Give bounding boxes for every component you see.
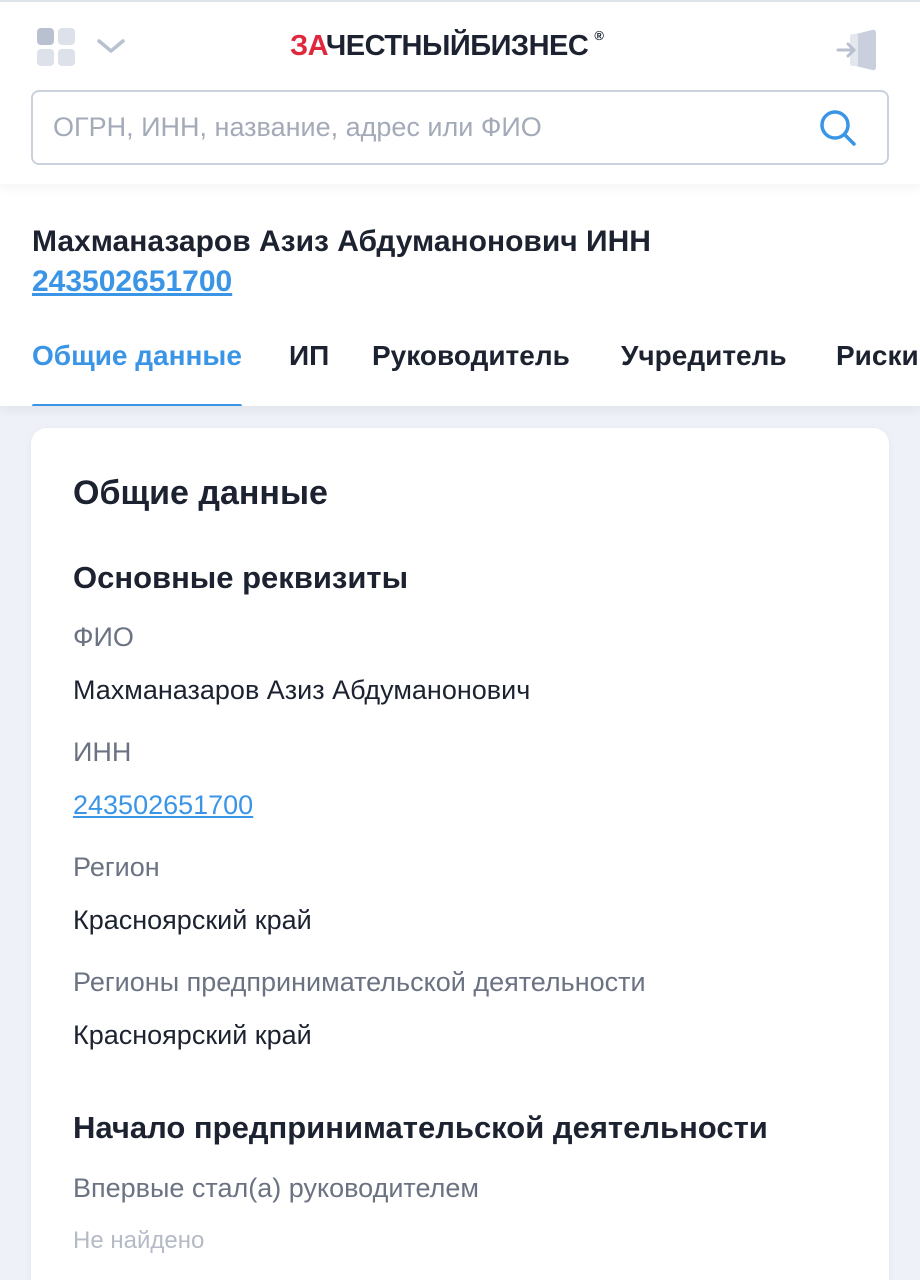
app-header: ЗАЧЕСТНЫЙБИЗНЕС ® [0, 0, 920, 184]
subject-name: Махманазаров Азиз Абдуманонович ИНН [32, 225, 651, 258]
card-title: Общие данные [73, 474, 328, 512]
logo-main-text: ЧЕСТНЫЙБИЗНЕС [325, 30, 589, 62]
apps-grid-icon[interactable] [37, 28, 77, 68]
tab-general-data[interactable]: Общие данные [32, 334, 242, 406]
search-box [31, 90, 889, 165]
section-main-requisites: Основные реквизиты [73, 560, 409, 595]
field-label-fio: ФИО [73, 622, 134, 652]
tab-risks[interactable]: Риски [836, 334, 919, 406]
field-label-business-regions: Регионы предпринимательской деятельности [73, 967, 646, 997]
brand-logo[interactable]: ЗАЧЕСТНЫЙБИЗНЕС ® [290, 28, 604, 70]
field-value-fio: Махманазаров Азиз Абдуманонович [73, 675, 531, 705]
tab-bar: Общие данные ИП Руководитель Учредитель … [0, 334, 920, 406]
field-value-business-regions: Красноярский край [73, 1020, 312, 1050]
field-value-inn-link[interactable]: 243502651700 [73, 790, 253, 821]
logo-registered-mark: ® [594, 28, 604, 43]
subject-header: Махманазаров Азиз Абдуманонович ИНН 2435… [0, 184, 920, 406]
chevron-down-icon[interactable] [95, 36, 127, 56]
field-label-region: Регион [73, 852, 160, 882]
search-input[interactable] [53, 92, 793, 163]
search-icon[interactable] [818, 108, 858, 148]
field-value-region: Красноярский край [73, 905, 312, 935]
subject-inn-link[interactable]: 243502651700 [32, 265, 232, 298]
section-business-start: Начало предпринимательской деятельности [73, 1110, 768, 1145]
logo-accent-text: ЗА [290, 30, 326, 62]
tab-ip[interactable]: ИП [289, 334, 329, 406]
field-label-inn: ИНН [73, 737, 132, 767]
subject-title: Махманазаров Азиз Абдуманонович ИНН 2435… [32, 222, 892, 302]
general-data-card: Общие данные Основные реквизиты ФИО Махм… [31, 428, 889, 1280]
tab-director[interactable]: Руководитель [372, 334, 570, 406]
login-icon[interactable] [836, 28, 880, 72]
tab-founder[interactable]: Учредитель [621, 334, 787, 406]
field-label-first-director: Впервые стал(а) руководителем [73, 1173, 479, 1203]
field-value-first-director: Не найдено [73, 1227, 205, 1254]
